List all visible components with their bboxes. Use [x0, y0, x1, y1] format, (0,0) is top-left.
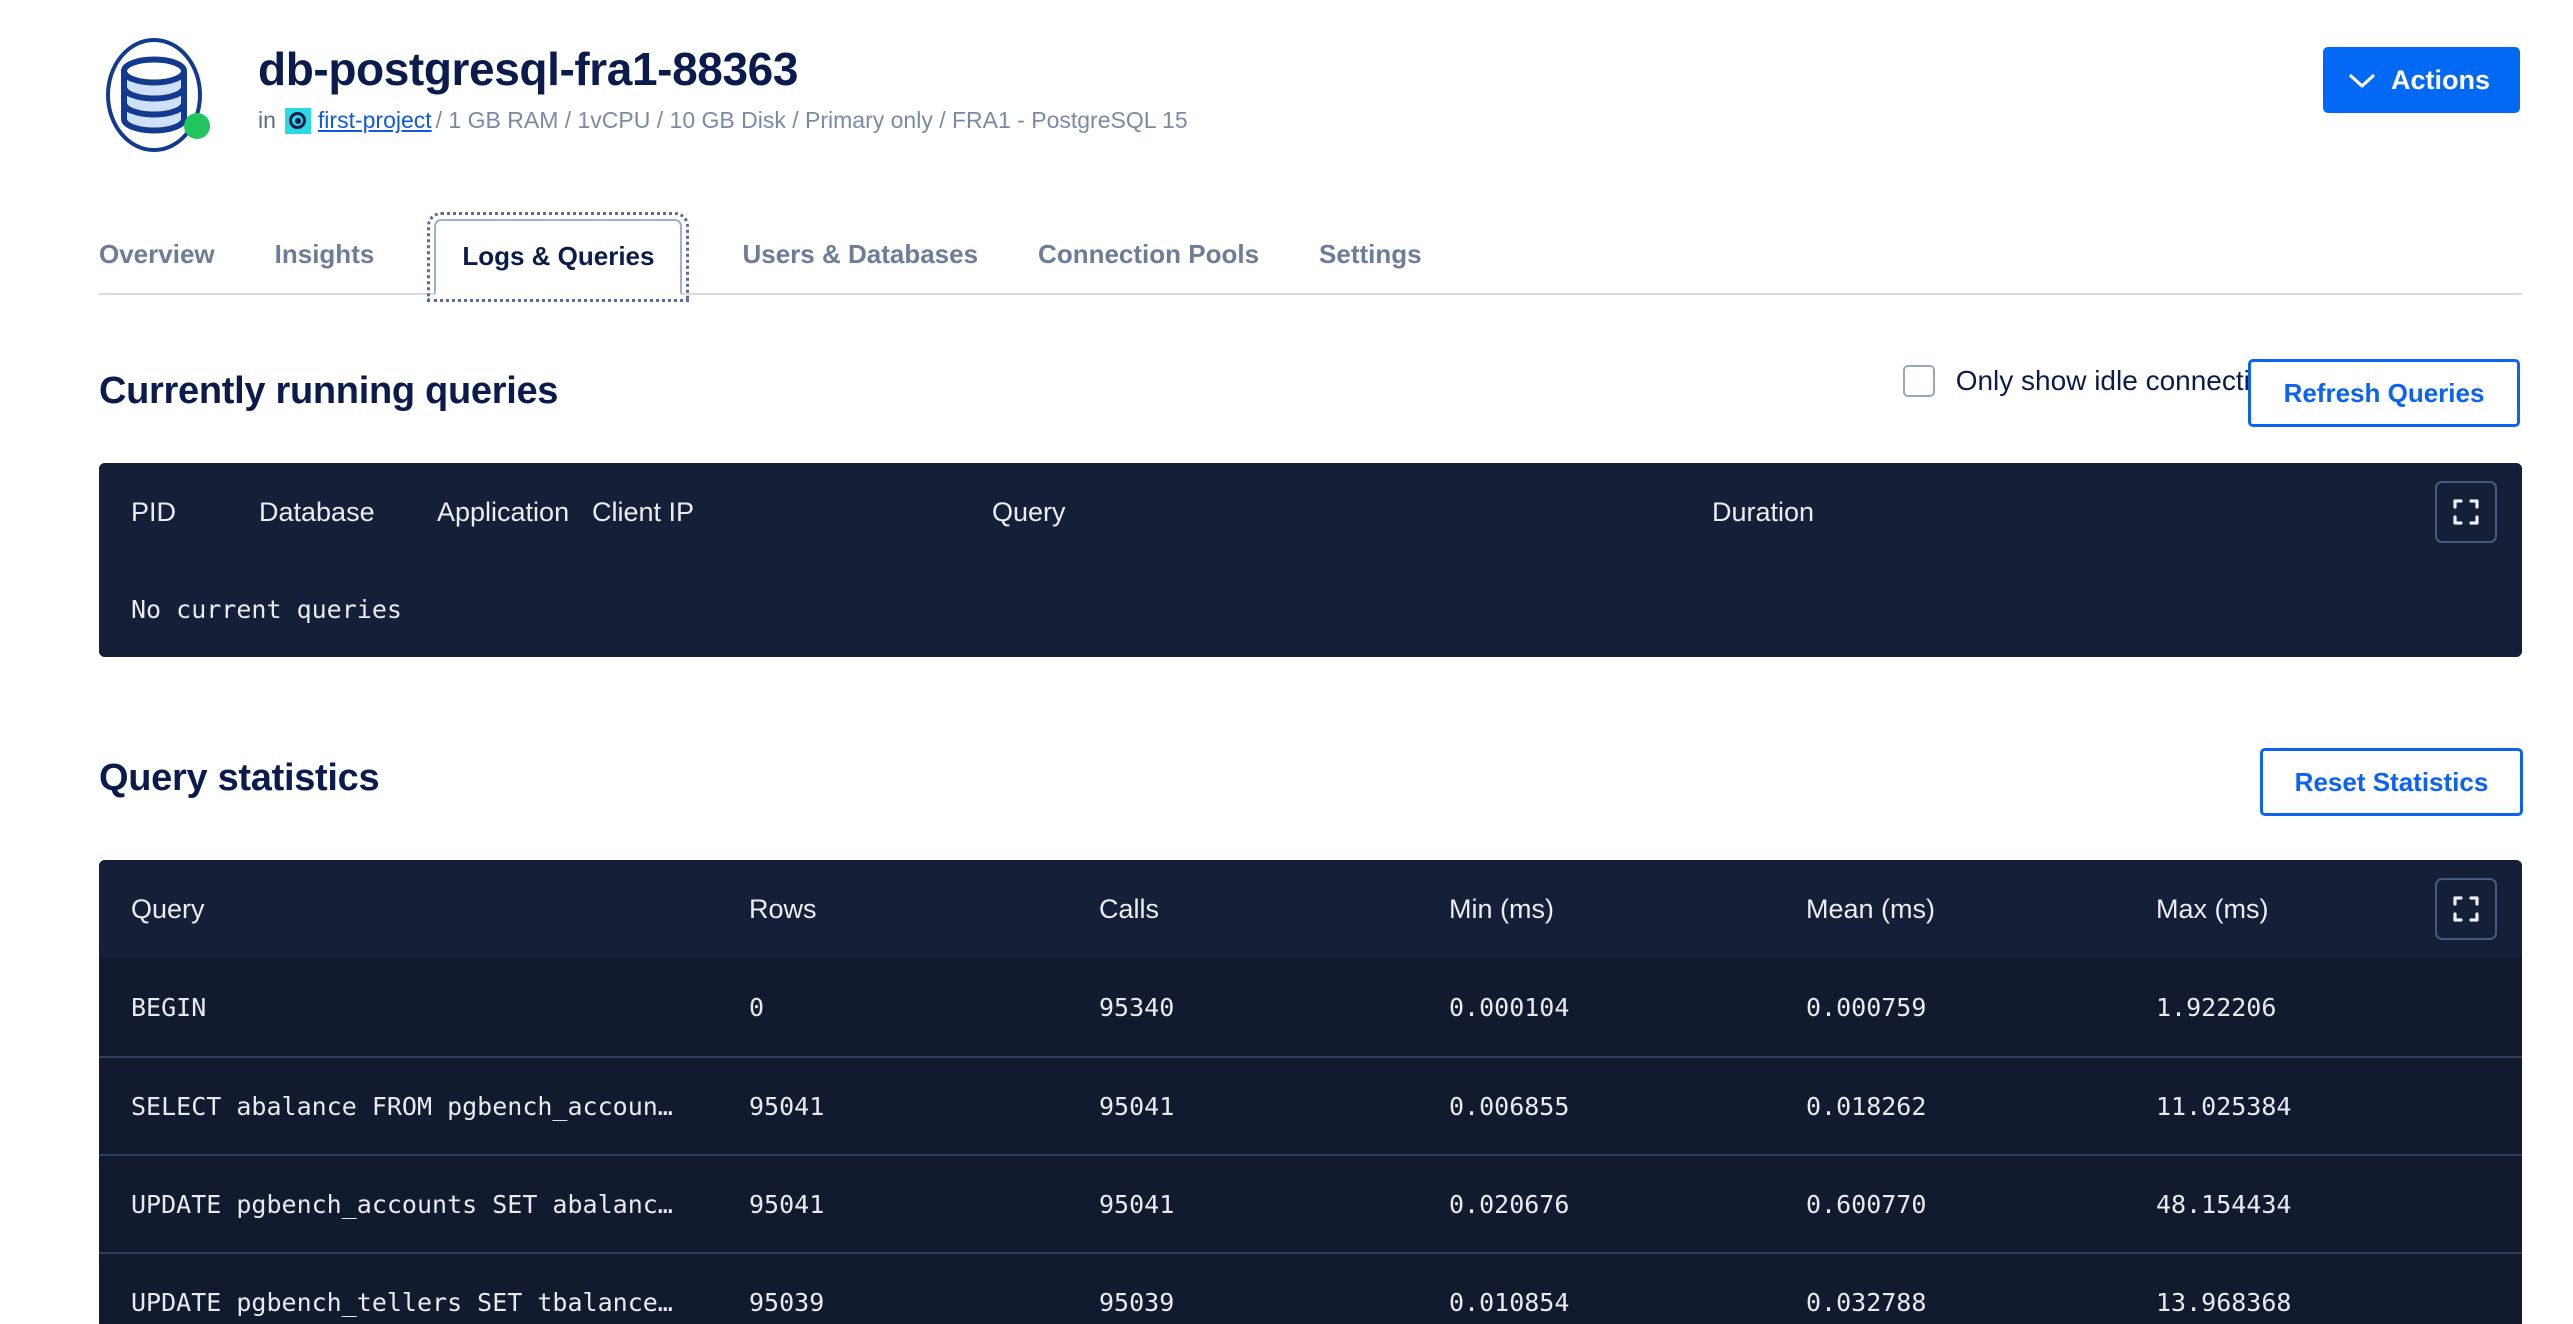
chevron-down-icon	[2349, 65, 2375, 96]
cell-max: 1.922206	[2156, 993, 2522, 1022]
cell-min: 0.006855	[1449, 1092, 1806, 1121]
cell-mean: 0.032788	[1806, 1288, 2156, 1317]
page-title: db-postgresql-fra1-88363	[258, 45, 1188, 95]
cell-query: UPDATE pgbench_accounts SET abalanc…	[99, 1190, 749, 1219]
tab-bar: Overview Insights Logs & Queries Users &…	[99, 212, 2522, 295]
column-header-query: Query	[99, 894, 749, 925]
idle-connections-label: Only show idle connections	[1956, 365, 2295, 397]
empty-message: No current queries	[99, 595, 402, 624]
cell-calls: 95039	[1099, 1288, 1449, 1317]
column-header-min-ms: Min (ms)	[1449, 894, 1806, 925]
query-statistics-heading: Query statistics	[99, 757, 379, 800]
cell-max: 13.968368	[2156, 1288, 2522, 1317]
checkbox-box[interactable]	[1903, 365, 1935, 397]
cell-query: BEGIN	[99, 993, 749, 1022]
column-header-client-ip: Client IP	[592, 497, 992, 528]
breadcrumb: in first-project / 1 GB RAM / 1vCPU / 10…	[258, 108, 1188, 134]
table-row[interactable]: SELECT abalance FROM pgbench_accoun… 950…	[99, 1056, 2522, 1154]
cell-query: UPDATE pgbench_tellers SET tbalance…	[99, 1288, 749, 1317]
database-meta: / 1 GB RAM / 1vCPU / 10 GB Disk / Primar…	[436, 109, 1188, 132]
expand-icon[interactable]	[2435, 481, 2497, 543]
tab-settings[interactable]: Settings	[1319, 239, 1422, 293]
status-indicator-dot	[184, 113, 210, 139]
running-queries-empty-row: No current queries	[99, 561, 2522, 657]
database-icon	[96, 37, 212, 153]
query-statistics-table: Query Rows Calls Min (ms) Mean (ms) Max …	[99, 860, 2522, 1324]
cell-calls: 95041	[1099, 1190, 1449, 1219]
table-row[interactable]: BEGIN 0 95340 0.000104 0.000759 1.922206	[99, 958, 2522, 1056]
tab-insights[interactable]: Insights	[275, 239, 375, 293]
tab-overview[interactable]: Overview	[99, 239, 215, 293]
cell-max: 11.025384	[2156, 1092, 2522, 1121]
table-row[interactable]: UPDATE pgbench_accounts SET abalanc… 950…	[99, 1154, 2522, 1252]
cell-query: SELECT abalance FROM pgbench_accoun…	[99, 1092, 749, 1121]
page-header: db-postgresql-fra1-88363 in first-projec…	[0, 0, 2573, 186]
tab-connection-pools[interactable]: Connection Pools	[1038, 239, 1259, 293]
breadcrumb-in-label: in	[258, 109, 276, 132]
cell-min: 0.010854	[1449, 1288, 1806, 1317]
page-root: db-postgresql-fra1-88363 in first-projec…	[0, 0, 2573, 1324]
column-header-query: Query	[992, 497, 1712, 528]
cell-min: 0.000104	[1449, 993, 1806, 1022]
cell-mean: 0.600770	[1806, 1190, 2156, 1219]
table-row[interactable]: UPDATE pgbench_tellers SET tbalance… 950…	[99, 1252, 2522, 1324]
column-header-duration: Duration	[1712, 497, 2522, 528]
actions-button-label: Actions	[2391, 65, 2490, 96]
cell-rows: 95041	[749, 1190, 1099, 1219]
column-header-rows: Rows	[749, 894, 1099, 925]
idle-connections-checkbox[interactable]: Only show idle connections	[1903, 365, 2295, 397]
refresh-queries-button[interactable]: Refresh Queries	[2248, 359, 2520, 427]
cell-calls: 95041	[1099, 1092, 1449, 1121]
title-block: db-postgresql-fra1-88363 in first-projec…	[258, 45, 1188, 134]
cell-mean: 0.018262	[1806, 1092, 2156, 1121]
cell-max: 48.154434	[2156, 1190, 2522, 1219]
cell-min: 0.020676	[1449, 1190, 1806, 1219]
project-icon	[285, 108, 311, 134]
column-header-mean-ms: Mean (ms)	[1806, 894, 2156, 925]
running-queries-table: PID Database Application Client IP Query…	[99, 463, 2522, 657]
cell-rows: 0	[749, 993, 1099, 1022]
project-link[interactable]: first-project	[318, 109, 432, 132]
running-queries-heading: Currently running queries	[99, 370, 558, 413]
cell-mean: 0.000759	[1806, 993, 2156, 1022]
tab-users-and-databases[interactable]: Users & Databases	[742, 239, 978, 293]
running-queries-table-header: PID Database Application Client IP Query…	[99, 463, 2522, 561]
column-header-calls: Calls	[1099, 894, 1449, 925]
cell-calls: 95340	[1099, 993, 1449, 1022]
tab-logs-and-queries[interactable]: Logs & Queries	[434, 219, 682, 295]
reset-statistics-button[interactable]: Reset Statistics	[2260, 748, 2523, 816]
actions-button[interactable]: Actions	[2323, 47, 2520, 113]
column-header-database: Database	[259, 497, 437, 528]
column-header-application: Application	[437, 497, 592, 528]
expand-icon[interactable]	[2435, 878, 2497, 940]
query-statistics-table-header: Query Rows Calls Min (ms) Mean (ms) Max …	[99, 860, 2522, 958]
cell-rows: 95039	[749, 1288, 1099, 1317]
column-header-pid: PID	[99, 497, 259, 528]
cell-rows: 95041	[749, 1092, 1099, 1121]
